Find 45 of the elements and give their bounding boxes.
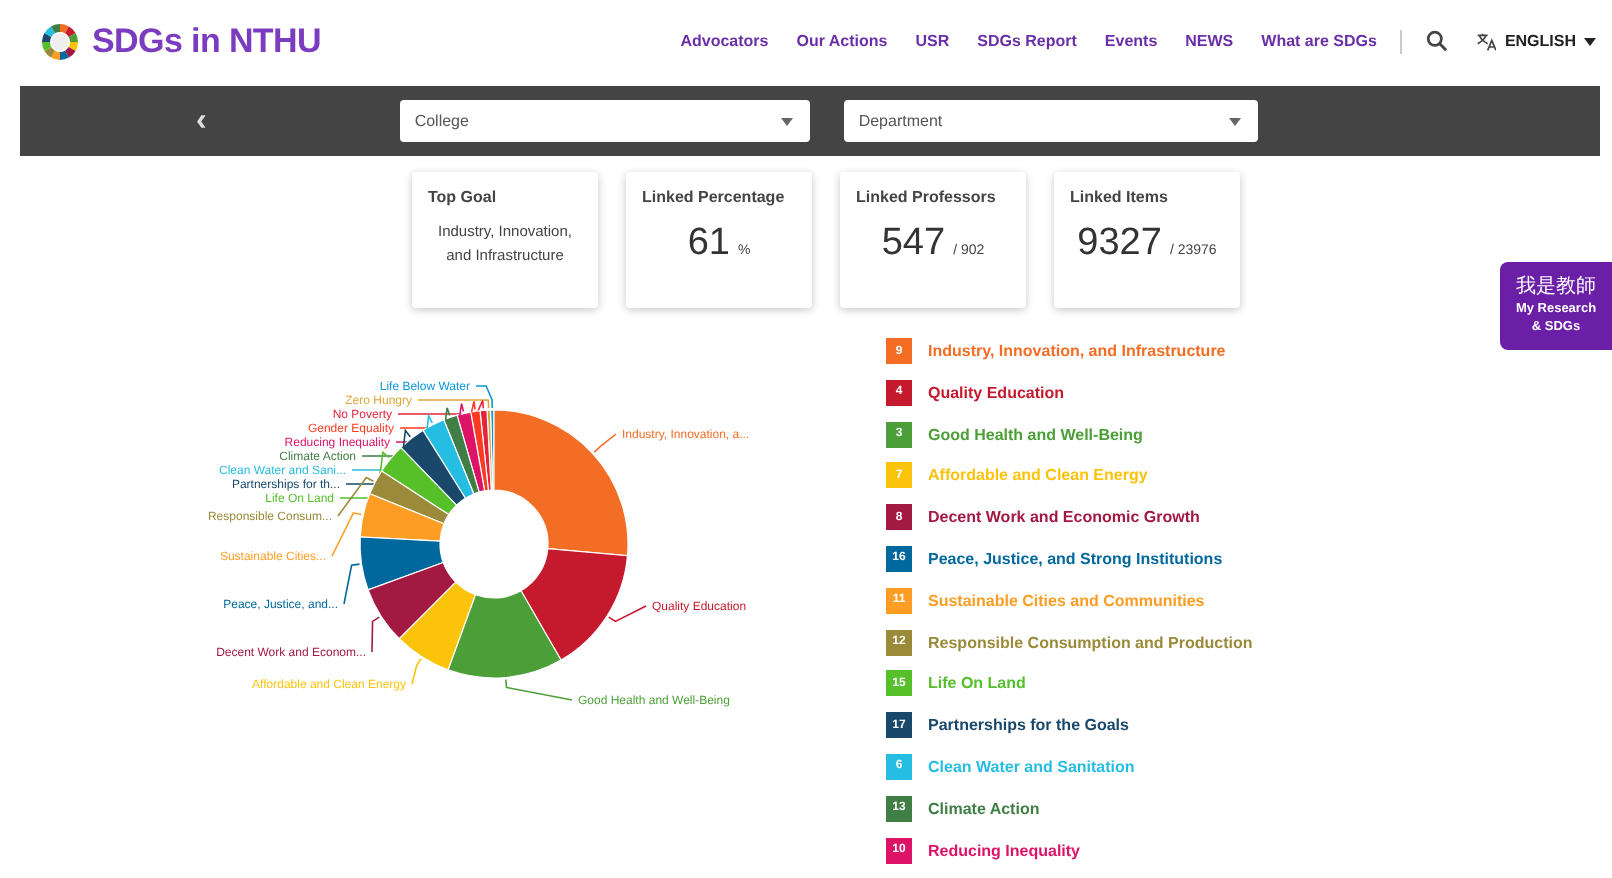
leader-line bbox=[411, 657, 422, 685]
nav-link[interactable]: Our Actions bbox=[796, 32, 888, 50]
search-icon[interactable] bbox=[1426, 30, 1449, 52]
back-button[interactable]: ‹ bbox=[188, 105, 215, 137]
stat-label: Linked Items bbox=[1070, 188, 1168, 206]
legend-label: Life On Land bbox=[928, 674, 1026, 693]
leader-line bbox=[343, 563, 361, 605]
nav-link[interactable]: SDGs Report bbox=[977, 32, 1077, 50]
nav-link[interactable]: USR bbox=[915, 32, 950, 50]
leader-line bbox=[607, 605, 647, 623]
caret-icon bbox=[780, 117, 795, 125]
dropdown-field[interactable]: Department bbox=[844, 100, 1259, 142]
translate-icon bbox=[1476, 31, 1497, 51]
caret-icon bbox=[1584, 37, 1596, 45]
legend-label: Decent Work and Economic Growth bbox=[928, 508, 1200, 527]
logo-icon bbox=[40, 21, 80, 61]
legend-label: Reducing Inequality bbox=[928, 841, 1081, 860]
nav-link[interactable]: NEWS bbox=[1185, 32, 1234, 50]
legend-label: Good Health and Well-Being bbox=[928, 425, 1143, 444]
leader-line bbox=[505, 678, 573, 701]
nav-link[interactable]: Events bbox=[1104, 32, 1158, 50]
nav-link[interactable]: What are SDGs bbox=[1261, 32, 1377, 50]
legend-label: Clean Water and Sanitation bbox=[928, 757, 1135, 776]
leader-line bbox=[331, 511, 363, 557]
stat-value: 9327 bbox=[1077, 222, 1162, 266]
legend-label: Peace, Justice, and Strong Institutions bbox=[928, 549, 1223, 568]
stat-label: Top Goal bbox=[428, 188, 497, 206]
stat-label: Linked Professors bbox=[856, 188, 996, 206]
caret-icon bbox=[1228, 117, 1243, 125]
stat-value: 547 bbox=[881, 222, 946, 266]
legend-label: Sustainable Cities and Communities bbox=[928, 591, 1205, 610]
leader-line bbox=[593, 433, 617, 453]
nav-link[interactable]: Advocators bbox=[680, 32, 769, 50]
stat-value: 61 bbox=[687, 222, 730, 266]
legend-label: Responsible Consumption and Production bbox=[928, 633, 1253, 652]
legend-label: Quality Education bbox=[928, 383, 1065, 402]
dropdown-field[interactable]: College bbox=[400, 100, 811, 142]
legend-label: Climate Action bbox=[928, 799, 1040, 818]
legend-label: Affordable and Clean Energy bbox=[928, 466, 1148, 485]
legend-label: Industry, Innovation, and Infrastructure bbox=[928, 342, 1226, 360]
stat-label: Linked Percentage bbox=[642, 188, 785, 206]
leader-line bbox=[371, 616, 381, 653]
language-button[interactable]: ENGLISH bbox=[1476, 31, 1596, 51]
legend-label: Partnerships for the Goals bbox=[928, 716, 1129, 735]
site-title[interactable]: SDGs in NTHU bbox=[92, 21, 321, 61]
